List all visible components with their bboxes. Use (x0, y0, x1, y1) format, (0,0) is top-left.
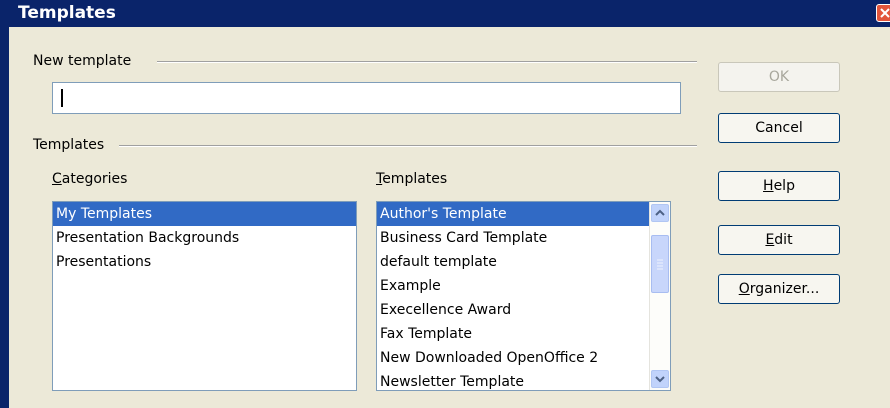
close-icon (880, 8, 890, 18)
text-caret (61, 89, 63, 107)
edit-button[interactable]: Edit (718, 225, 840, 255)
templates-list-label: Templates (376, 171, 448, 187)
templates-item[interactable]: New Downloaded OpenOffice 2 (377, 346, 651, 370)
templates-item[interactable]: Fax Template (377, 322, 651, 346)
chevron-down-icon (655, 376, 665, 383)
categories-item[interactable]: Presentation Backgrounds (53, 226, 356, 250)
templates-section-label: Templates (33, 137, 105, 153)
templates-scrollbar[interactable] (649, 202, 670, 390)
chevron-up-icon (655, 209, 665, 216)
categories-listbox[interactable]: My Templates Presentation Backgrounds Pres… (52, 201, 357, 391)
templates-item[interactable]: Example (377, 274, 651, 298)
close-button[interactable] (876, 4, 890, 22)
templates-separator (119, 145, 697, 147)
scroll-down-button[interactable] (651, 370, 669, 388)
templates-listbox[interactable]: Author's Template Business Card Template d… (376, 201, 671, 391)
categories-label: Categories (52, 171, 128, 187)
categories-item[interactable]: Presentations (53, 250, 356, 274)
scroll-thumb[interactable] (651, 235, 669, 293)
cancel-button[interactable]: Cancel (718, 113, 840, 143)
templates-item[interactable]: Author's Template (377, 202, 651, 226)
scroll-up-button[interactable] (651, 204, 669, 222)
categories-item[interactable]: My Templates (53, 202, 356, 226)
templates-item[interactable]: Business Card Template (377, 226, 651, 250)
new-template-label: New template (33, 53, 132, 69)
ok-button[interactable]: OK (718, 62, 840, 92)
templates-dialog: Templates New template Templates Categor… (0, 0, 890, 408)
help-button[interactable]: Help (718, 171, 840, 201)
templates-item[interactable]: default template (377, 250, 651, 274)
window-title: Templates (18, 3, 116, 23)
organizer-button[interactable]: Organizer... (718, 274, 840, 304)
title-bar[interactable]: Templates (0, 0, 890, 27)
templates-list-items: Author's Template Business Card Template d… (377, 202, 651, 390)
templates-item[interactable]: Newsletter Template (377, 370, 651, 390)
new-template-separator (157, 61, 697, 63)
template-name-input[interactable] (52, 82, 681, 114)
grip-icon (657, 259, 663, 270)
templates-item[interactable]: Execellence Award (377, 298, 651, 322)
window-border (0, 0, 9, 408)
